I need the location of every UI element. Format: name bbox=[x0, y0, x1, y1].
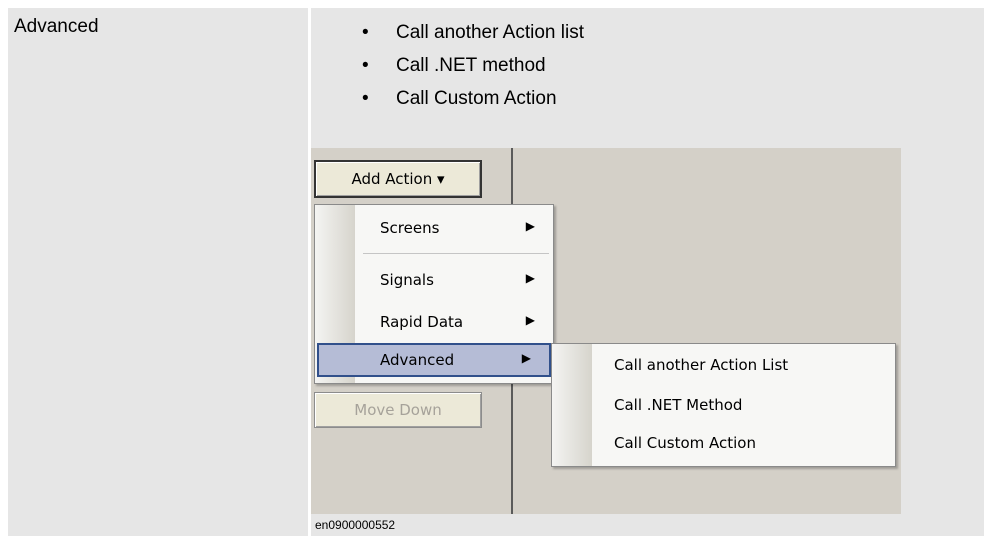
list-item: • Call .NET method bbox=[362, 55, 546, 76]
add-action-menu: Screens ▶ Signals ▶ Rapid Data ▶ Advance… bbox=[314, 204, 554, 384]
list-item: • Call another Action list bbox=[362, 22, 584, 43]
menu-item-signals[interactable]: Signals ▶ bbox=[315, 263, 553, 297]
menu-screenshot: Add Action ▾ Move Down Screens ▶ Signals… bbox=[311, 148, 901, 514]
bullet-list: • Call another Action list • Call .NET met… bbox=[356, 16, 584, 115]
submenu-arrow-icon: ▶ bbox=[525, 271, 535, 285]
submenu-arrow-icon: ▶ bbox=[525, 313, 535, 327]
submenu-item-call-custom-action[interactable]: Call Custom Action bbox=[552, 426, 895, 460]
row-label: Advanced bbox=[14, 16, 99, 37]
move-down-button[interactable]: Move Down bbox=[314, 392, 482, 428]
list-item: • Call Custom Action bbox=[362, 88, 557, 109]
menu-separator bbox=[363, 253, 549, 254]
add-action-button[interactable]: Add Action ▾ bbox=[314, 160, 482, 198]
submenu-arrow-icon: ▶ bbox=[525, 219, 535, 233]
table-label-cell: Advanced bbox=[8, 8, 308, 536]
figure-caption: en0900000552 bbox=[315, 518, 396, 532]
submenu-arrow-icon: ▶ bbox=[521, 351, 531, 365]
advanced-submenu: Call another Action List Call .NET Metho… bbox=[551, 343, 896, 467]
menu-item-advanced[interactable]: Advanced ▶ bbox=[317, 343, 551, 377]
menu-item-rapid-data[interactable]: Rapid Data ▶ bbox=[315, 305, 553, 339]
submenu-item-call-action-list[interactable]: Call another Action List bbox=[552, 348, 895, 382]
menu-item-screens[interactable]: Screens ▶ bbox=[315, 211, 553, 245]
submenu-item-call-net-method[interactable]: Call .NET Method bbox=[552, 388, 895, 422]
